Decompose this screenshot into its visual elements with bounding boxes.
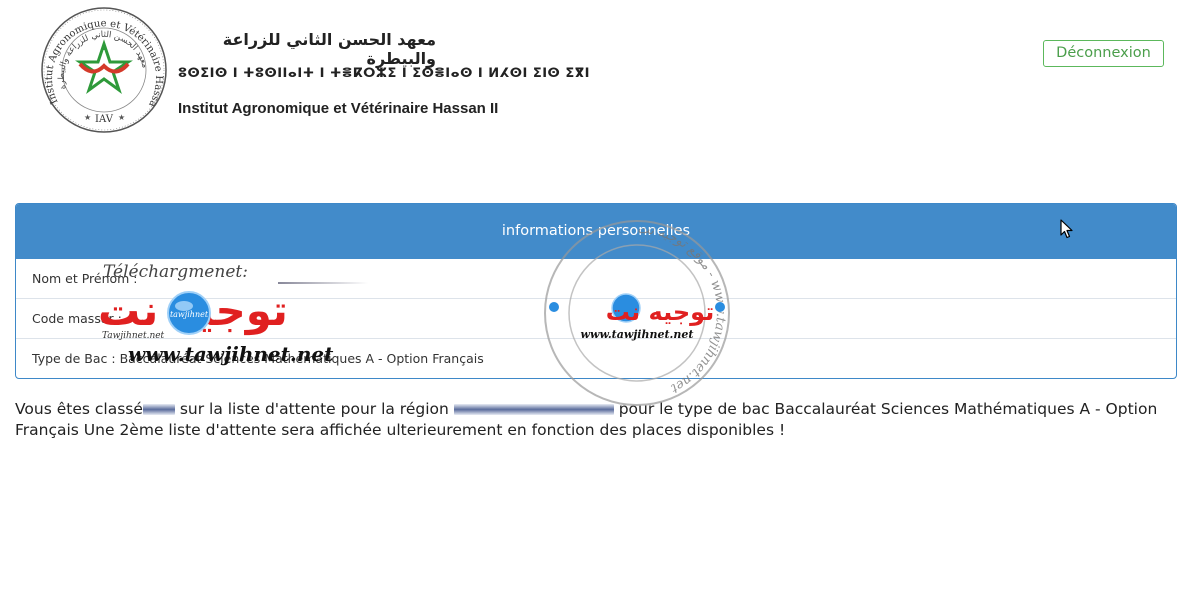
info-label: Type de Bac : (32, 351, 116, 366)
info-value: Baccalauréat Sciences Mathématiques A - … (119, 351, 484, 366)
mouse-cursor-icon (1060, 219, 1073, 239)
message-part-1: Vous êtes classé (15, 400, 143, 418)
info-row-bac-type: Type de Bac : Baccalauréat Sciences Math… (16, 339, 1176, 378)
personal-info-panel: informations personnelles Nom et Prénom … (15, 203, 1177, 379)
info-row-name: Nom et Prénom : (16, 259, 1176, 299)
institute-name-tifinagh: ⵓⵙⵉⵏⵙ ⵏ ⵜⵓⵙⵏⵏⴰⵏⵜ ⵏ ⵜⴻⴽⵔⵣⵉ ⵏ ⵉⵙⴻⵏⴰⵙ ⵏ ⵍⵃⵙ… (178, 66, 590, 81)
info-label: Code massar : (32, 311, 122, 326)
waitlist-message: Vous êtes classé sur la liste d'attente … (15, 399, 1175, 441)
message-part-2: sur la liste d'attente pour la région (179, 400, 449, 418)
redacted-region (453, 404, 614, 415)
institute-name-arabic: معهد الحسن الثاني للزراعة والبيطرة (222, 30, 436, 68)
svg-text:★: ★ (84, 113, 91, 122)
iav-seal-logo: Institut Agronomique et Vétérinaire Hass… (40, 6, 167, 133)
institute-name-french: Institut Agronomique et Vétérinaire Hass… (178, 100, 499, 117)
page-header: Institut Agronomique et Vétérinaire Hass… (0, 0, 1187, 150)
info-row-massar: Code massar : (16, 299, 1176, 339)
info-label: Nom et Prénom : (32, 271, 138, 286)
svg-text:★: ★ (118, 113, 125, 122)
seal-abbr: IAV (95, 114, 114, 125)
panel-title: informations personnelles (16, 204, 1176, 259)
redacted-rank (142, 404, 175, 415)
logout-button[interactable]: Déconnexion (1043, 40, 1164, 67)
